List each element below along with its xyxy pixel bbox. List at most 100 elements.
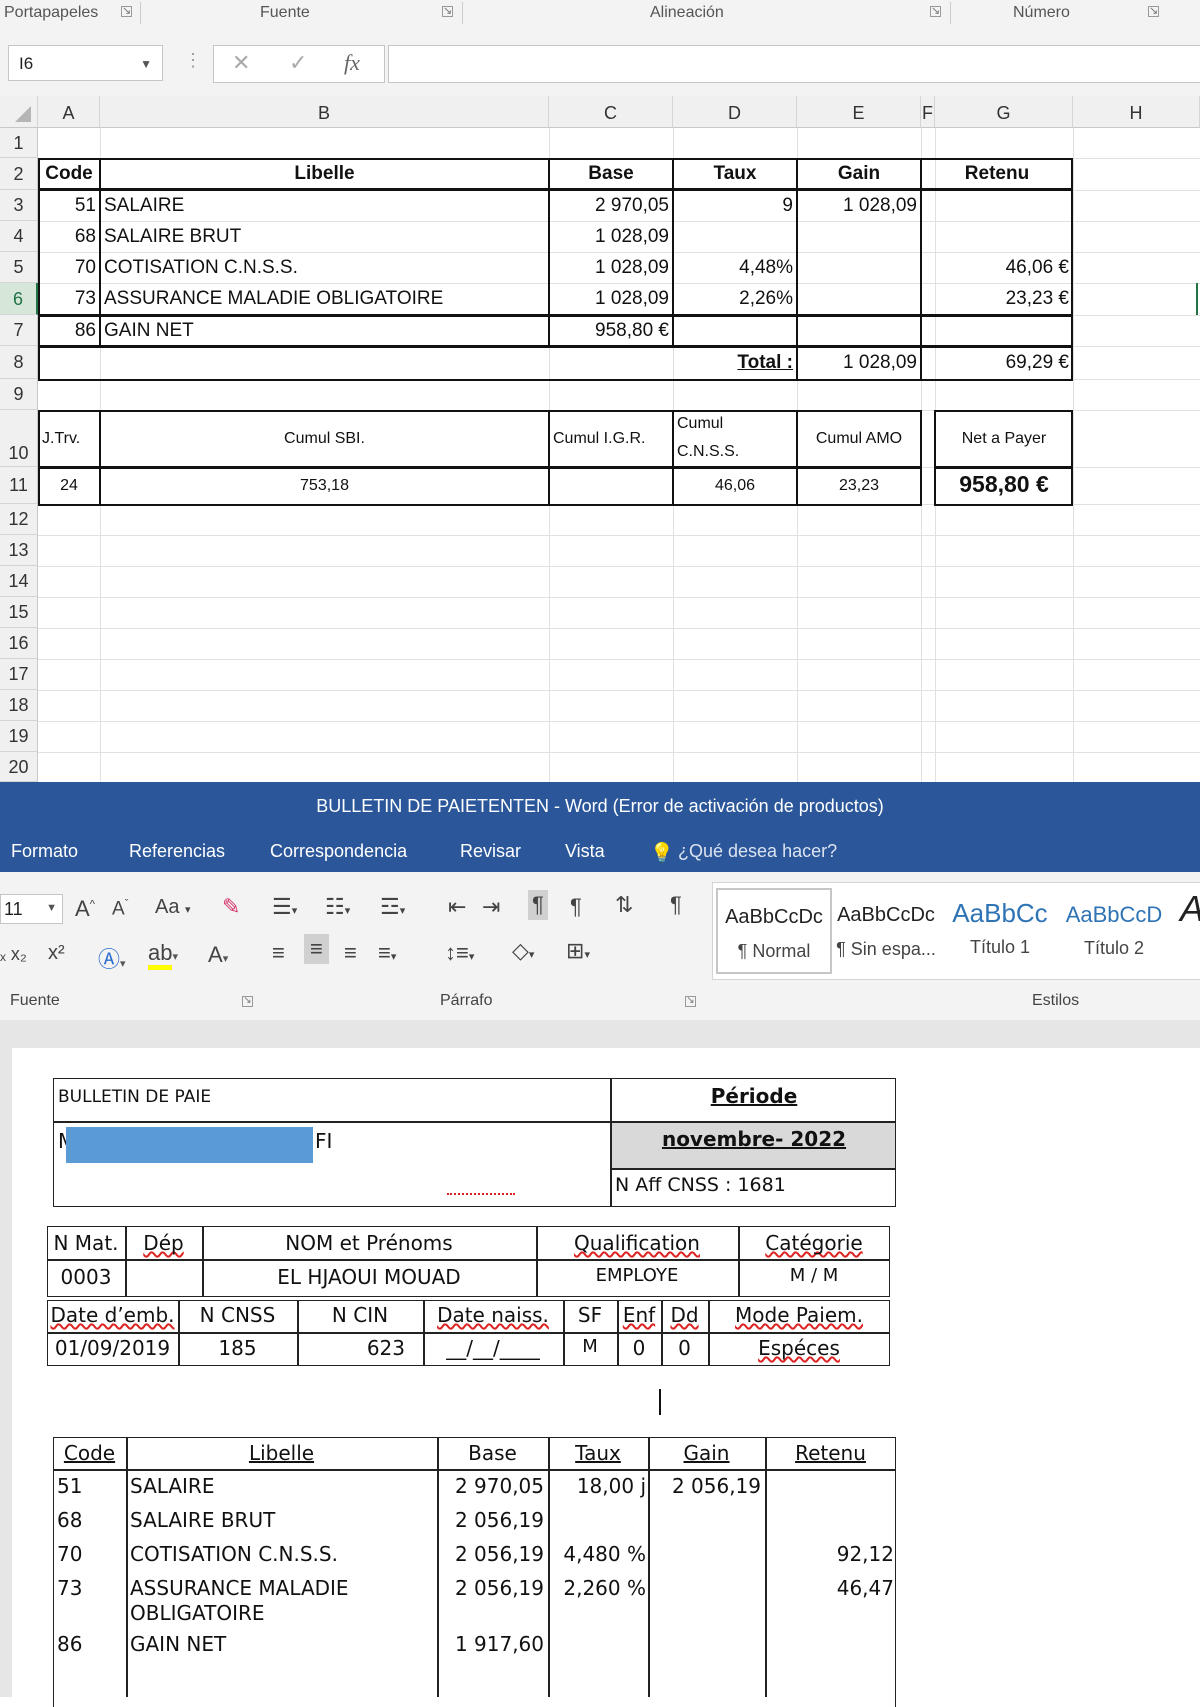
column-header-e[interactable]: E <box>797 96 921 128</box>
cell-base[interactable]: 1 028,09 <box>549 284 673 314</box>
formula-input[interactable] <box>388 45 1200 83</box>
cell-code[interactable]: 51 <box>38 191 100 221</box>
value-mode-paiem[interactable]: Espéces <box>708 1336 890 1360</box>
shrink-font-icon[interactable]: Aˇ <box>112 898 128 920</box>
periode-label[interactable]: Période <box>612 1084 896 1108</box>
value-date-emb[interactable]: 01/09/2019 <box>47 1336 178 1360</box>
pay-base[interactable]: 2 056,19 <box>437 1576 544 1600</box>
decrease-indent-icon[interactable]: ⇤ <box>448 894 466 920</box>
clear-formatting-icon[interactable]: ✎ <box>222 894 240 920</box>
tab-revisar[interactable]: Revisar <box>460 841 521 862</box>
pay-libelle[interactable]: GAIN NET <box>130 1632 226 1656</box>
cell-base[interactable]: 1 028,09 <box>549 253 673 283</box>
cell-retenu[interactable]: 46,06 € <box>921 253 1073 283</box>
insert-function-icon[interactable]: fx <box>344 50 360 76</box>
value-enf[interactable]: 0 <box>617 1336 661 1360</box>
pay-taux[interactable]: 2,260 % <box>548 1576 646 1600</box>
cell-taux[interactable]: 2,26% <box>673 284 797 314</box>
tab-vista[interactable]: Vista <box>565 841 605 862</box>
pay-libelle-line2[interactable]: OBLIGATOIRE <box>130 1601 265 1625</box>
enter-check-icon[interactable]: ✓ <box>289 50 307 76</box>
header-cumul-cnss-line2[interactable]: C.N.S.S. <box>673 438 797 466</box>
value-categorie[interactable]: M / M <box>738 1265 890 1286</box>
style-titulo-1[interactable]: AaBbCc Título 1 <box>944 888 1056 970</box>
header-retenu[interactable]: Retenu <box>921 159 1073 189</box>
value-jtrv[interactable]: 24 <box>38 471 100 501</box>
pay-libelle[interactable]: COTISATION C.N.S.S. <box>130 1542 338 1566</box>
row-header-5[interactable]: 5 <box>0 252 38 283</box>
column-header-c[interactable]: C <box>549 96 673 128</box>
column-header-b[interactable]: B <box>100 96 549 128</box>
grow-font-icon[interactable]: A^ <box>75 896 95 922</box>
tell-me-search[interactable]: ¿Qué desea hacer? <box>678 841 837 862</box>
chevron-down-icon[interactable]: ▼ <box>46 902 57 914</box>
dialog-launcher-icon[interactable]: ↘ <box>442 6 453 17</box>
header-enf[interactable]: Enf <box>617 1303 661 1327</box>
pay-libelle[interactable]: ASSURANCE MALADIE <box>130 1576 349 1600</box>
dialog-launcher-icon[interactable]: ↘ <box>930 6 941 17</box>
rtl-icon[interactable]: ¶ <box>570 894 582 920</box>
header-nom-prenoms[interactable]: NOM et Prénoms <box>202 1231 536 1255</box>
dialog-launcher-icon[interactable]: ↘ <box>242 996 253 1007</box>
tab-formato[interactable]: Formato <box>11 841 78 862</box>
aff-cnss[interactable]: N Aff CNSS : 1681 <box>615 1174 786 1196</box>
row-header-20[interactable]: 20 <box>0 752 38 782</box>
multilevel-list-icon[interactable]: ☲▾ <box>380 894 405 920</box>
value-n-cnss[interactable]: 185 <box>178 1336 297 1360</box>
header-categorie[interactable]: Catégorie <box>738 1231 890 1255</box>
row-header-16[interactable]: 16 <box>0 628 38 659</box>
value-sf[interactable]: M <box>563 1336 617 1357</box>
highlight-icon[interactable]: ab▾ <box>148 940 178 970</box>
header-taux[interactable]: Taux <box>673 159 797 189</box>
cell-code[interactable]: 86 <box>38 316 100 346</box>
column-header-g[interactable]: G <box>935 96 1073 128</box>
align-left-icon[interactable]: ≡ <box>272 940 285 966</box>
font-color-icon[interactable]: A▾ <box>208 942 228 968</box>
total-gain[interactable]: 1 028,09 <box>797 348 921 378</box>
style-normal[interactable]: AaBbCcDc ¶ Normal <box>716 888 832 974</box>
font-size-box[interactable]: 11 ▼ <box>0 894 63 924</box>
cell-taux[interactable]: 4,48% <box>673 253 797 283</box>
increase-indent-icon[interactable]: ⇥ <box>482 894 500 920</box>
pay-base[interactable]: 2 970,05 <box>437 1474 544 1498</box>
chevron-down-icon[interactable]: ▼ <box>140 46 152 82</box>
pay-code[interactable]: 70 <box>57 1542 82 1566</box>
change-case-icon[interactable]: Aa ▾ <box>155 896 191 919</box>
value-qualification[interactable]: EMPLOYE <box>536 1265 738 1286</box>
pay-code[interactable]: 68 <box>57 1508 82 1532</box>
row-header-13[interactable]: 13 <box>0 535 38 566</box>
cell-code[interactable]: 68 <box>38 222 100 252</box>
tab-correspondencia[interactable]: Correspondencia <box>270 841 407 862</box>
cell-taux[interactable]: 9 <box>673 191 797 221</box>
pay-code[interactable]: 86 <box>57 1632 82 1656</box>
value-dd[interactable]: 0 <box>661 1336 708 1360</box>
header-libelle[interactable]: Libelle <box>100 159 549 189</box>
header-n-mat[interactable]: N Mat. <box>47 1231 125 1255</box>
row-header-10[interactable]: 10 <box>0 410 38 467</box>
row-header-1[interactable]: 1 <box>0 128 38 158</box>
cell-libelle[interactable]: ASSURANCE MALADIE OBLIGATOIRE <box>100 284 549 314</box>
row-header-3[interactable]: 3 <box>0 190 38 221</box>
column-header-d[interactable]: D <box>673 96 797 128</box>
value-n-cin[interactable]: 623 <box>297 1336 423 1360</box>
total-label[interactable]: Total : <box>673 348 797 378</box>
row-header-7[interactable]: 7 <box>0 315 38 346</box>
style-sin-espaciado[interactable]: AaBbCcDc ¶ Sin espa... <box>830 888 942 970</box>
cell-libelle[interactable]: SALAIRE BRUT <box>100 222 549 252</box>
row-header-15[interactable]: 15 <box>0 597 38 628</box>
header-net-a-payer[interactable]: Net a Payer <box>935 424 1073 454</box>
pay-libelle[interactable]: SALAIRE BRUT <box>130 1508 275 1532</box>
show-formatting-icon[interactable]: ¶ <box>670 892 682 918</box>
cell-libelle[interactable]: GAIN NET <box>100 316 549 346</box>
row-header-11[interactable]: 11 <box>0 467 38 504</box>
pay-base[interactable]: 1 917,60 <box>437 1632 544 1656</box>
cell-base[interactable]: 2 970,05 <box>549 191 673 221</box>
line-spacing-icon[interactable]: ↕≡▾ <box>445 940 474 966</box>
dialog-launcher-icon[interactable]: ↘ <box>121 6 132 17</box>
header-base[interactable]: Base <box>549 159 673 189</box>
shading-icon[interactable]: ◇▾ <box>512 938 534 964</box>
pay-gain[interactable]: 2 056,19 <box>648 1474 761 1498</box>
pay-base[interactable]: 2 056,19 <box>437 1542 544 1566</box>
pay-header-code[interactable]: Code <box>53 1441 126 1465</box>
header-date-naiss[interactable]: Date naiss. <box>423 1303 563 1327</box>
